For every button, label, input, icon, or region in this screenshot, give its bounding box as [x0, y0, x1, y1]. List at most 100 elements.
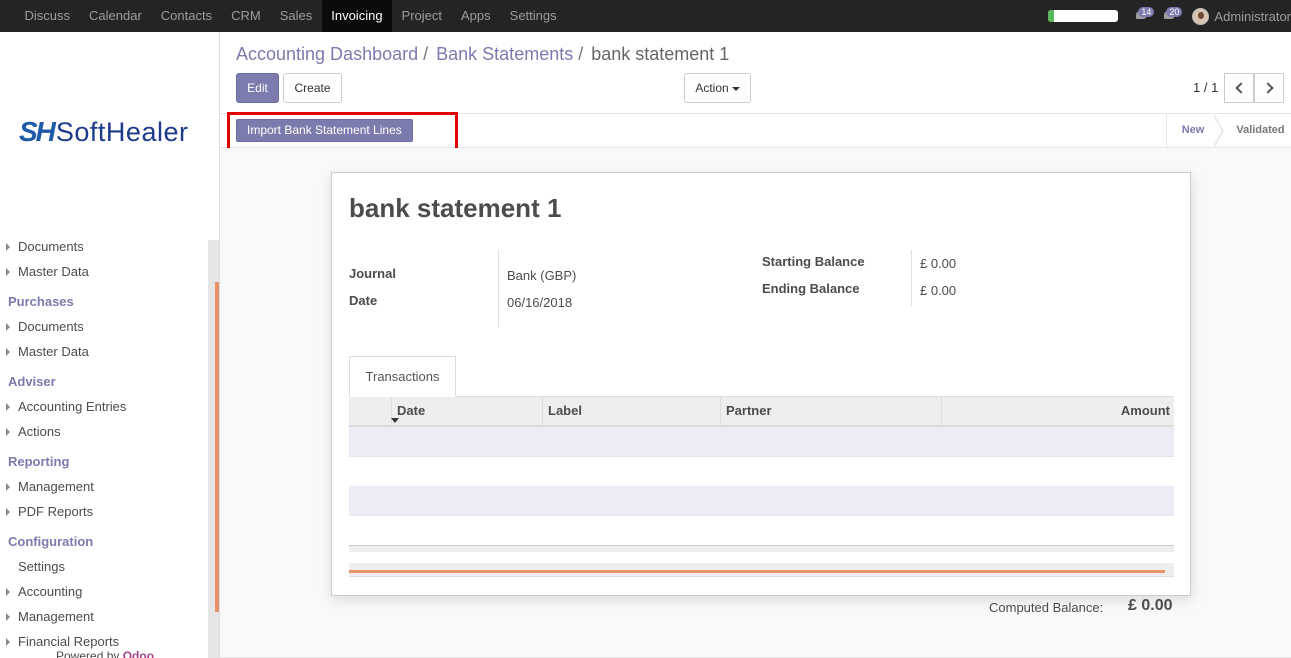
column-amount[interactable]: Amount	[941, 397, 1174, 425]
table-row[interactable]	[349, 427, 1174, 457]
column-label[interactable]: Label	[542, 397, 720, 425]
sidebar-item-label: Master Data	[18, 264, 89, 279]
powered-by[interactable]: Powered by Odoo	[56, 649, 154, 658]
pager-previous-button[interactable]	[1224, 73, 1254, 103]
nav-apps[interactable]: Apps	[452, 0, 501, 32]
nav-discuss[interactable]: Discuss	[15, 0, 80, 32]
table-row[interactable]	[349, 486, 1174, 516]
nav-sales[interactable]: Sales	[270, 0, 322, 32]
sidebar-item-pdf-reports[interactable]: PDF Reports	[0, 502, 208, 527]
stage-validated[interactable]: Validated	[1230, 114, 1291, 147]
tab-transactions[interactable]: Transactions	[349, 356, 456, 397]
computed-balance-label: Computed Balance:	[989, 600, 1104, 615]
breadcrumb-separator: /	[578, 44, 584, 64]
action-dropdown[interactable]: Action	[684, 73, 751, 103]
company-logo[interactable]: SH SoftHealer	[19, 116, 188, 148]
sidebar-item-label: Settings	[18, 559, 65, 574]
user-menu[interactable]: Administrator	[1192, 7, 1291, 25]
breadcrumb-separator: /	[423, 44, 429, 64]
breadcrumb-accounting-dashboard[interactable]: Accounting Dashboard	[236, 44, 418, 65]
edit-button[interactable]: Edit	[236, 73, 279, 103]
sidebar-item-accounting-entries[interactable]: Accounting Entries	[0, 397, 208, 422]
computed-balance-value: £ 0.00	[1128, 597, 1173, 614]
sidebar-item-label: Master Data	[18, 344, 89, 359]
caret-right-icon	[6, 428, 10, 436]
date-label: Date	[349, 293, 378, 308]
caret-right-icon	[6, 268, 10, 276]
caret-right-icon	[6, 483, 10, 491]
chevron-down-icon	[731, 86, 740, 91]
caret-right-icon	[6, 638, 10, 646]
create-button[interactable]: Create	[283, 73, 342, 103]
nav-crm[interactable]: CRM	[222, 0, 271, 32]
starting-balance-field[interactable]: £ 0.00	[920, 256, 956, 271]
caret-right-icon	[6, 403, 10, 411]
table-row[interactable]	[349, 516, 1174, 546]
sidebar-item-purchase-master-data[interactable]: Master Data	[0, 342, 208, 367]
sidebar-item-label: Management	[18, 479, 94, 494]
messaging-menu[interactable]: 20	[1164, 7, 1183, 21]
nav-settings[interactable]: Settings	[500, 0, 566, 32]
sidebar-header-reporting: Reporting	[8, 454, 70, 469]
sidebar-menu: Documents Master Data Purchases Document…	[0, 237, 208, 657]
table-row[interactable]	[349, 457, 1174, 487]
import-bank-statement-lines-button[interactable]: Import Bank Statement Lines	[236, 119, 413, 142]
sidebar-item-label: Documents	[18, 239, 84, 254]
field-divider	[911, 250, 912, 306]
journal-label: Journal	[349, 266, 396, 281]
sidebar-item-label: Accounting Entries	[18, 399, 127, 414]
sidebar-item-config-management[interactable]: Management	[0, 607, 208, 632]
nav-calendar[interactable]: Calendar	[80, 0, 152, 32]
logo-mark: SH	[19, 116, 56, 147]
breadcrumb-bank-statements[interactable]: Bank Statements	[436, 44, 573, 65]
statement-title: bank statement 1	[349, 193, 562, 223]
sidebar-item-label: Actions	[18, 424, 61, 439]
sidebar-item-config-accounting[interactable]: Accounting	[0, 582, 208, 607]
onboarding-progress-bar[interactable]	[1048, 10, 1119, 22]
stage-arrow	[1213, 114, 1224, 148]
sidebar-item-label: PDF Reports	[18, 504, 94, 519]
pager-next-button[interactable]	[1254, 73, 1284, 103]
sidebar-item-label: Financial Reports	[18, 634, 120, 649]
message-counter: 20	[1166, 7, 1183, 17]
table-footer	[349, 545, 1174, 552]
date-field[interactable]: 06/16/2018	[507, 295, 572, 310]
caret-right-icon	[6, 323, 10, 331]
nav-project[interactable]: Project	[392, 0, 451, 32]
sidebar-item-purchase-documents[interactable]: Documents	[0, 317, 208, 342]
sidebar-item-settings[interactable]: Settings	[0, 557, 208, 582]
sidebar-item-actions[interactable]: Actions	[0, 422, 208, 447]
column-partner[interactable]: Partner	[720, 397, 941, 425]
powered-by-brand: Odoo	[122, 649, 155, 658]
field-divider	[498, 250, 499, 327]
sidebar-item-documents[interactable]: Documents	[0, 237, 208, 262]
sidebar-scrollbar-thumb[interactable]	[215, 282, 219, 612]
sidebar-item-label: Accounting	[18, 584, 83, 599]
logo-text: SoftHealer	[55, 116, 189, 147]
user-name: Administrator	[1214, 8, 1291, 24]
scrollbar-thumb[interactable]	[349, 570, 1165, 573]
ending-balance-field[interactable]: £ 0.00	[920, 283, 956, 298]
nav-contacts[interactable]: Contacts	[151, 0, 221, 32]
activity-menu[interactable]: 14	[1136, 7, 1155, 21]
sort-descending-icon	[391, 418, 399, 423]
sidebar-header-configuration: Configuration	[8, 534, 94, 549]
action-dropdown-label: Action	[695, 81, 729, 95]
stage-new[interactable]: New	[1166, 114, 1219, 147]
caret-right-icon	[6, 348, 10, 356]
journal-field[interactable]: Bank (GBP)	[507, 268, 576, 283]
chevron-left-icon	[1234, 82, 1247, 94]
activity-counter: 14	[1138, 7, 1155, 17]
sidebar-item-reporting-management[interactable]: Management	[0, 477, 208, 502]
sidebar-item-master-data[interactable]: Master Data	[0, 262, 208, 287]
pager-value[interactable]: 1 / 1	[1193, 80, 1218, 95]
column-date[interactable]: Date	[391, 397, 542, 425]
caret-right-icon	[6, 613, 10, 621]
breadcrumb-current: bank statement 1	[591, 44, 730, 64]
caret-right-icon	[6, 508, 10, 516]
sidebar-item-label: Management	[18, 609, 94, 624]
nav-invoicing[interactable]: Invoicing	[321, 0, 393, 32]
form-statusbar: Import Bank Statement Lines New Validate…	[220, 113, 1291, 148]
chevron-right-icon	[1261, 82, 1274, 94]
caret-right-icon	[6, 243, 10, 251]
